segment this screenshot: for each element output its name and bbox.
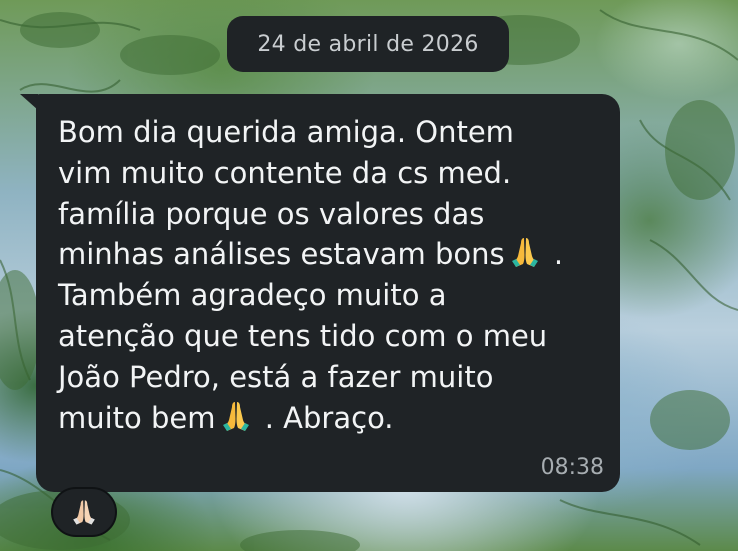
message-line: João Pedro, está a fazer muito — [58, 359, 494, 394]
message-line-text: . — [544, 237, 564, 272]
message-line: família porque os valores das — [58, 196, 485, 231]
date-divider: 24 de abril de 2026 — [227, 16, 509, 72]
message-line-text: muito bem — [58, 400, 216, 435]
folded-hands-icon — [222, 401, 249, 431]
message-line: vim muito contente da cs med. — [58, 155, 512, 190]
message-line: Bom dia querida amiga. Ontem — [58, 115, 514, 149]
message-line: atenção que tens tido com o meu — [58, 318, 548, 353]
message-line-with-emoji: muito bem . Abraço. — [58, 398, 598, 439]
message-line-with-emoji: minhas análises estavam bons . — [58, 234, 598, 275]
incoming-message-bubble[interactable]: Bom dia querida amiga. Ontem vim muito c… — [36, 94, 620, 492]
chat-screen: 24 de abril de 2026 Bom dia querida amig… — [0, 0, 738, 551]
message-text: Bom dia querida amiga. Ontem vim muito c… — [58, 112, 598, 438]
date-divider-label: 24 de abril de 2026 — [257, 31, 479, 57]
folded-hands-icon — [511, 238, 538, 268]
folded-hands-icon — [73, 500, 95, 525]
message-reaction[interactable] — [51, 487, 117, 537]
message-timestamp: 08:38 — [540, 455, 604, 480]
message-line-text: . Abraço. — [255, 400, 394, 435]
message-line: Também agradeço muito a — [58, 278, 447, 313]
message-line-text: minhas análises estavam bons — [58, 237, 505, 272]
